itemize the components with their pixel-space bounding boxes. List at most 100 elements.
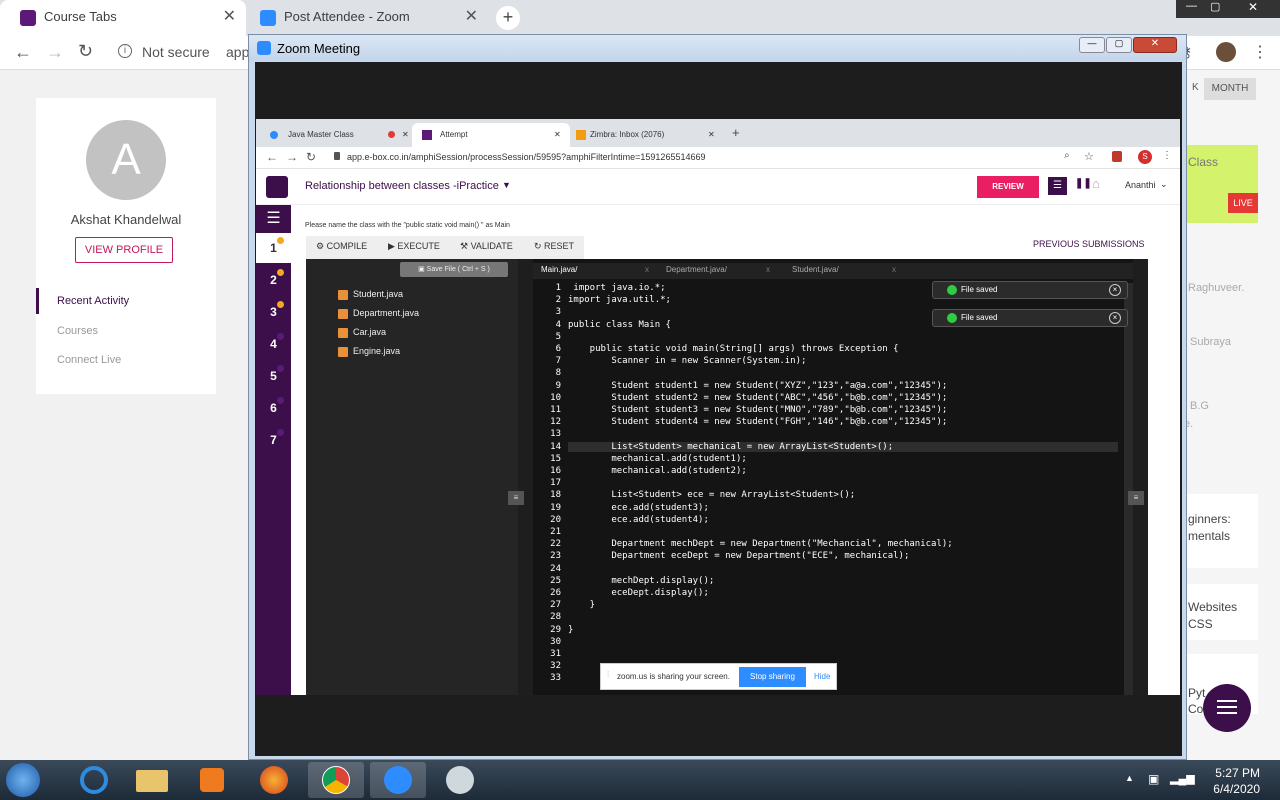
question-number-7[interactable]: 7 [256, 425, 291, 455]
editor-scrollbar[interactable] [1124, 283, 1133, 695]
previous-submissions-link[interactable]: PREVIOUS SUBMISSIONS [1033, 239, 1145, 249]
close-icon[interactable]: ✕ [465, 0, 478, 34]
media-player-icon[interactable] [184, 762, 240, 798]
save-file-button[interactable]: ▣ Save File ( Ctrl + S ) [400, 262, 508, 277]
profile-avatar[interactable] [1216, 42, 1236, 62]
stop-sharing-button[interactable]: Stop sharing [739, 667, 806, 687]
editor-tab-student[interactable]: Student.java/x [792, 265, 896, 279]
review-button[interactable]: REVIEW [977, 176, 1039, 198]
new-tab-button[interactable]: + [732, 125, 740, 140]
file-engine[interactable]: Engine.java [338, 346, 400, 357]
menu-icon[interactable]: ☰ [256, 205, 291, 233]
inner-tab-java-master-class[interactable]: Java Master Class ✕ [260, 123, 412, 147]
explorer-icon[interactable] [124, 762, 180, 798]
reload-icon[interactable]: ↻ [78, 41, 93, 62]
close-icon[interactable]: ✕ [708, 123, 715, 147]
question-number-6[interactable]: 6 [256, 393, 291, 423]
maximize-icon[interactable]: ▢ [1210, 0, 1220, 13]
new-tab-button[interactable]: + [496, 6, 520, 30]
list-view-icon[interactable]: ☰ [1048, 177, 1067, 195]
file-department[interactable]: Department.java [338, 308, 419, 319]
close-icon[interactable]: × [1109, 284, 1121, 296]
view-profile-button[interactable]: VIEW PROFILE [75, 237, 173, 263]
question-number-2[interactable]: 2 [256, 265, 291, 295]
execute-button[interactable]: ▶ EXECUTE [388, 241, 440, 252]
panel-resize-handle[interactable]: ≡ [508, 491, 524, 505]
menu-kebab-icon[interactable]: ⋮ [1252, 42, 1268, 62]
reload-icon[interactable]: ↻ [306, 150, 316, 164]
chrome-icon[interactable] [308, 762, 364, 798]
line-number: 20 [550, 514, 561, 525]
forward-icon[interactable]: → [46, 42, 64, 63]
calendar-k[interactable]: K [1192, 82, 1199, 93]
course-card[interactable]: Websites CSS [1182, 584, 1258, 640]
url-text[interactable]: app [226, 44, 249, 60]
ebox-logo-icon[interactable] [266, 176, 288, 198]
firefox-icon[interactable] [246, 762, 302, 798]
ie-icon[interactable] [66, 762, 122, 798]
pause-icon[interactable]: ❚❚ [1075, 178, 1092, 189]
close-icon[interactable]: ✕ [554, 123, 561, 147]
outer-tab-course-tabs[interactable]: Course Tabs ✕ [0, 0, 246, 36]
menu-kebab-icon[interactable]: ⋮ [1162, 150, 1172, 161]
back-icon[interactable]: ← [266, 150, 278, 164]
signal-icon[interactable]: ▂▄▆ [1170, 772, 1195, 785]
outer-tab-zoom[interactable]: Post Attendee - Zoom ✕ [248, 0, 488, 36]
question-number-3[interactable]: 3 [256, 297, 291, 327]
question-number-1[interactable]: 1 [256, 233, 291, 263]
nav-recent-activity[interactable]: Recent Activity [57, 295, 129, 307]
tray-arrow-icon[interactable]: ▲ [1125, 773, 1134, 783]
inner-url-text[interactable]: app.e-box.co.in/amphiSession/processSess… [347, 152, 705, 162]
panel-resize-handle[interactable]: ≡ [1128, 491, 1144, 505]
user-menu[interactable]: Ananthi [1125, 180, 1156, 190]
zoom-app-icon[interactable] [370, 762, 426, 798]
extension-shield-icon[interactable] [1112, 151, 1122, 162]
zoom-close-icon[interactable]: ✕ [1133, 37, 1177, 53]
forward-icon[interactable]: → [286, 150, 298, 164]
editor-tab-main[interactable]: Main.java/x [541, 265, 649, 279]
paint-icon[interactable] [432, 762, 488, 798]
hide-button[interactable]: Hide [814, 672, 830, 681]
course-card[interactable]: ginners: mentals [1182, 494, 1258, 568]
live-class-card[interactable]: Class LIVE [1182, 145, 1258, 223]
home-icon[interactable]: ⌂ [1092, 176, 1100, 191]
inner-tab-zimbra[interactable]: Zimbra: Inbox (2076) ✕ [570, 123, 722, 147]
editor-tab-department[interactable]: Department.java/x [666, 265, 770, 279]
inner-tab-attempt[interactable]: Attempt ✕ [412, 123, 570, 147]
info-icon[interactable]: i [118, 44, 132, 58]
code-line: List<Student> mechanical = new ArrayList… [568, 441, 1118, 452]
close-icon[interactable]: ✕ [402, 123, 409, 147]
nav-connect-live[interactable]: Connect Live [57, 354, 121, 366]
close-icon[interactable]: ✕ [223, 0, 236, 34]
fab-menu-button[interactable] [1203, 684, 1251, 732]
compile-button[interactable]: ⚙ COMPILE [316, 241, 367, 252]
reset-button[interactable]: ↻ RESET [534, 241, 574, 252]
drag-handle-icon[interactable]: ⁞ [607, 670, 609, 679]
network-icon[interactable]: ▣ [1148, 772, 1159, 786]
validate-button[interactable]: ⚒ VALIDATE [460, 241, 513, 252]
start-button-icon[interactable] [6, 763, 40, 797]
close-icon[interactable]: × [1109, 312, 1121, 324]
question-number-4[interactable]: 4 [256, 329, 291, 359]
profile-avatar[interactable]: S [1138, 150, 1152, 164]
clock-time[interactable]: 5:27 PM [1200, 766, 1260, 780]
close-icon[interactable]: x [766, 265, 770, 274]
chevron-down-icon[interactable]: ⌄ [1160, 179, 1168, 190]
zoom-minimize-icon[interactable]: — [1079, 37, 1105, 53]
file-car[interactable]: Car.java [338, 327, 386, 338]
file-student[interactable]: Student.java [338, 289, 403, 300]
question-number-5[interactable]: 5 [256, 361, 291, 391]
close-icon[interactable]: x [892, 265, 896, 274]
month-button[interactable]: MONTH [1204, 78, 1256, 100]
minimize-icon[interactable]: — [1186, 0, 1197, 12]
toast-file-saved: File saved × [932, 309, 1128, 327]
zoom-lens-icon[interactable]: ⌕ [1064, 150, 1070, 161]
title-dropdown-icon[interactable]: ▼ [502, 180, 511, 190]
nav-courses[interactable]: Courses [57, 325, 98, 337]
zoom-maximize-icon[interactable]: ▢ [1106, 37, 1132, 53]
close-icon[interactable]: x [645, 265, 649, 274]
clock-date[interactable]: 6/4/2020 [1200, 782, 1260, 796]
star-icon[interactable]: ☆ [1084, 150, 1094, 163]
back-icon[interactable]: ← [14, 42, 32, 63]
close-window-icon[interactable]: ✕ [1248, 0, 1258, 14]
